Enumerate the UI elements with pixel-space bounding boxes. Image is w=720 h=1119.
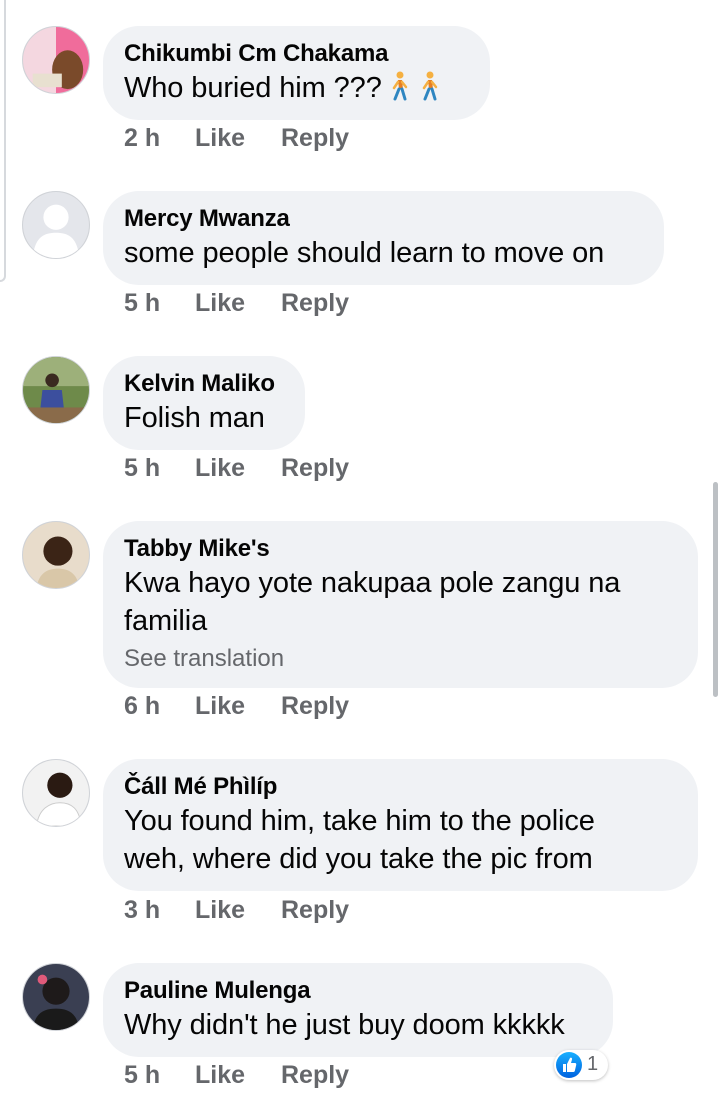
- like-button[interactable]: Like: [195, 124, 245, 153]
- comment-author[interactable]: Mercy Mwanza: [124, 204, 642, 234]
- thread-connector-line: [0, 0, 6, 282]
- comment-author[interactable]: Chikumbi Cm Chakama: [124, 39, 468, 69]
- like-button[interactable]: Like: [195, 454, 245, 483]
- comment-timestamp[interactable]: 5 h: [124, 1061, 160, 1090]
- reaction-count: 1: [587, 1053, 599, 1075]
- comment-text: some people should learn to move on: [124, 237, 605, 269]
- person-walking-icon: [392, 71, 407, 101]
- comment-timestamp[interactable]: 3 h: [124, 896, 160, 925]
- comment-author[interactable]: Čáll Mé Phìlíp: [124, 772, 676, 802]
- see-translation-link[interactable]: See translation: [124, 640, 676, 678]
- comment-bubble: Čáll Mé Phìlíp You found him, take him t…: [103, 759, 698, 891]
- reply-button[interactable]: Reply: [281, 896, 349, 925]
- scrollbar[interactable]: [713, 482, 718, 697]
- reply-button[interactable]: Reply: [281, 1061, 349, 1090]
- comment-bubble: Pauline Mulenga Why didn't he just buy d…: [103, 963, 613, 1057]
- avatar[interactable]: [22, 191, 90, 259]
- comment-text-content: Who buried him ???: [124, 72, 382, 104]
- reaction-summary[interactable]: 1: [554, 1050, 608, 1080]
- like-button[interactable]: Like: [195, 1061, 245, 1090]
- like-button[interactable]: Like: [195, 896, 245, 925]
- comment-author[interactable]: Pauline Mulenga: [124, 976, 591, 1006]
- avatar[interactable]: [22, 963, 90, 1031]
- thumbs-up-icon: [556, 1052, 582, 1078]
- comment-bubble: Mercy Mwanza some people should learn to…: [103, 191, 664, 285]
- comment-bubble: Tabby Mike's Kwa hayo yote nakupaa pole …: [103, 521, 698, 688]
- avatar[interactable]: [22, 356, 90, 424]
- reply-button[interactable]: Reply: [281, 124, 349, 153]
- reply-button[interactable]: Reply: [281, 454, 349, 483]
- avatar[interactable]: [22, 26, 90, 94]
- like-button[interactable]: Like: [195, 289, 245, 318]
- reply-button[interactable]: Reply: [281, 289, 349, 318]
- comment-timestamp[interactable]: 2 h: [124, 124, 160, 153]
- like-button[interactable]: Like: [195, 692, 245, 721]
- comment-text: Folish man: [124, 402, 265, 434]
- comment-text: You found him, take him to the police we…: [124, 805, 595, 875]
- comment-timestamp[interactable]: 5 h: [124, 454, 160, 483]
- comment-text: Why didn't he just buy doom kkkkk: [124, 1009, 565, 1041]
- person-walking-icon: [422, 71, 437, 101]
- comment-text: Kwa hayo yote nakupaa pole zangu na fami…: [124, 567, 621, 637]
- comment-text: Who buried him ???: [124, 69, 468, 107]
- avatar[interactable]: [22, 521, 90, 589]
- avatar[interactable]: [22, 759, 90, 827]
- comment-author[interactable]: Kelvin Maliko: [124, 369, 283, 399]
- comment-author[interactable]: Tabby Mike's: [124, 534, 676, 564]
- comment-bubble: Kelvin Maliko Folish man: [103, 356, 305, 450]
- comment-timestamp[interactable]: 6 h: [124, 692, 160, 721]
- reply-button[interactable]: Reply: [281, 692, 349, 721]
- comment-timestamp[interactable]: 5 h: [124, 289, 160, 318]
- comment-bubble: Chikumbi Cm Chakama Who buried him ???: [103, 26, 490, 120]
